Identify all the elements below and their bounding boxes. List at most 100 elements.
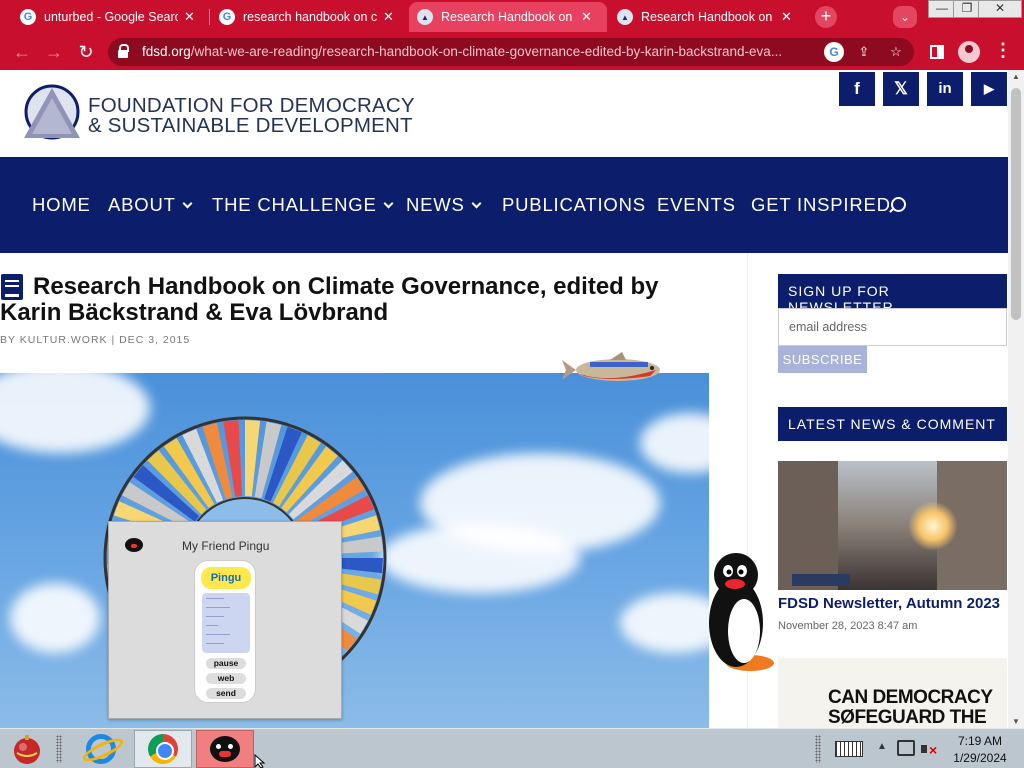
profile-avatar-icon[interactable] (958, 41, 980, 63)
news-thumbnail[interactable] (778, 461, 1007, 590)
pingu-list[interactable]: ——— ———— ——— —— ———— ——— (202, 593, 250, 653)
close-window-button[interactable]: ✕ (978, 0, 1022, 18)
url-text[interactable]: fdsd.org/what-we-are-reading/research-ha… (142, 44, 818, 59)
nav-news[interactable]: NEWS (406, 194, 482, 216)
clock-time: 7:19 AM (957, 734, 1003, 748)
taskbar-ie-button[interactable] (72, 730, 130, 768)
back-button[interactable]: ← (10, 40, 34, 64)
newsletter-heading: SIGN UP FOR NEWSLETTER (778, 274, 1007, 315)
close-icon[interactable]: ✕ (781, 9, 792, 25)
internet-explorer-icon (86, 734, 116, 764)
tab-google-search-2[interactable]: G research handbook on climate ✕ (211, 2, 407, 32)
more-menu-icon[interactable]: ⋮ (994, 40, 1012, 61)
pingu-app-window[interactable]: My Friend Pingu Pingu ——— ———— ——— —— ———— ——… (108, 521, 342, 719)
pingu-panel: Pingu ——— ———— ——— —— ———— ——— pause web send (194, 560, 256, 703)
logo-text[interactable]: FOUNDATION FOR DEMOCRACY & SUSTAINABLE D… (88, 94, 415, 137)
tab-separator (209, 9, 210, 25)
close-icon[interactable]: ✕ (184, 9, 195, 25)
minimize-button[interactable]: — (928, 0, 956, 18)
pingu-web-button[interactable]: web (206, 673, 246, 684)
news-date: November 28, 2023 8:47 am (778, 620, 918, 632)
taskbar-pingu-button[interactable] (196, 730, 254, 768)
main-navigation: HOME ABOUT THE CHALLENGE NEWS PUBLICATIO… (0, 157, 1008, 253)
logo-line-1: FOUNDATION FOR DEMOCRACY (88, 94, 415, 117)
penguin-icon (210, 736, 240, 762)
hero-image-windmill (0, 373, 709, 728)
post-title: Research Handbook on Climate Governance,… (0, 273, 659, 326)
search-icon[interactable] (889, 197, 906, 213)
fdsd-favicon: ▲ (417, 9, 433, 25)
desktop-penguin-pet[interactable] (706, 553, 778, 677)
reload-button[interactable]: ↻ (74, 40, 98, 64)
browser-tab-strip: G unturbed - Google Search ✕ G research … (0, 0, 1024, 34)
x-twitter-icon[interactable]: 𝕏 (883, 72, 919, 106)
tab-label: Research Handbook on Climate (441, 10, 575, 24)
tab-google-search-1[interactable]: G unturbed - Google Search ✕ (12, 2, 208, 32)
tab-label: research handbook on climate (243, 10, 377, 24)
nav-home[interactable]: HOME (32, 194, 91, 216)
address-bar[interactable]: fdsd.org/what-we-are-reading/research-ha… (108, 38, 914, 66)
new-tab-button[interactable]: + (815, 6, 837, 28)
start-button-icon[interactable] (11, 733, 43, 765)
mouse-cursor-icon (254, 754, 266, 768)
post-meta: BY KULTUR.WORK | DEC 3, 2015 (0, 334, 191, 346)
pingu-logo: Pingu (201, 567, 251, 589)
show-hidden-icons-icon[interactable]: ▲ (877, 741, 887, 752)
promo-text: CAN DEMOCRACY SØFEGUARD THE (828, 687, 993, 728)
logo-line-2: & SUSTAINABLE DEVELOPMENT (88, 114, 413, 137)
taskbar-chrome-button[interactable] (134, 730, 192, 768)
system-clock[interactable]: 7:19 AM 1/29/2024 (950, 733, 1010, 767)
pingu-send-button[interactable]: send (206, 688, 246, 699)
google-lens-icon[interactable]: G (824, 42, 844, 62)
network-icon[interactable] (897, 740, 915, 756)
scrollbar-thumb[interactable] (1011, 88, 1021, 320)
pingu-pause-button[interactable]: pause (206, 658, 246, 669)
nav-publications[interactable]: PUBLICATIONS (502, 194, 646, 216)
facebook-icon[interactable]: f (839, 72, 875, 106)
nav-events[interactable]: EVENTS (657, 194, 736, 216)
forward-button[interactable]: → (42, 40, 66, 64)
restore-button[interactable]: ❐ (953, 0, 981, 18)
fdsd-logo[interactable] (22, 84, 82, 140)
lock-icon (118, 44, 129, 58)
youtube-icon[interactable]: ▶ (971, 72, 1007, 106)
tab-research-handbook-2[interactable]: ▲ Research Handbook on Climate ✕ (609, 2, 805, 32)
chevron-down-icon (383, 198, 394, 209)
tab-research-handbook-active[interactable]: ▲ Research Handbook on Climate ✕ (409, 2, 607, 32)
tab-label: unturbed - Google Search (44, 10, 178, 24)
google-icon: G (20, 9, 36, 25)
browser-toolbar: ← → ↻ fdsd.org/what-we-are-reading/resea… (0, 34, 1024, 70)
scroll-up-arrow-icon[interactable]: ▲ (1012, 72, 1020, 81)
scroll-down-arrow-icon[interactable]: ▼ (1012, 717, 1020, 726)
taskbar-grip[interactable] (815, 735, 821, 763)
fdsd-favicon: ▲ (617, 9, 633, 25)
chrome-icon (148, 734, 178, 764)
close-icon[interactable]: ✕ (383, 9, 394, 25)
bookmark-star-icon[interactable]: ☆ (886, 42, 906, 62)
clock-date: 1/29/2024 (953, 751, 1007, 765)
tab-search-button[interactable]: ⌄ (893, 6, 917, 28)
nav-get-inspired[interactable]: GET INSPIRED (751, 194, 891, 216)
pingu-window-title: My Friend Pingu (182, 539, 270, 553)
page-scrollbar[interactable]: ▲ ▼ (1008, 70, 1024, 728)
email-input[interactable] (778, 308, 1007, 346)
promo-banner[interactable]: CAN DEMOCRACY SØFEGUARD THE (778, 658, 1007, 728)
tab-label: Research Handbook on Climate (641, 10, 775, 24)
latest-news-heading: LATEST NEWS & COMMENT (778, 407, 1007, 441)
desktop-fish-pet[interactable] (560, 348, 668, 390)
nav-the-challenge[interactable]: THE CHALLENGE (212, 194, 394, 216)
nav-about[interactable]: ABOUT (108, 194, 193, 216)
news-title-link[interactable]: FDSD Newsletter, Autumn 2023 (778, 595, 1000, 612)
penguin-icon (125, 538, 143, 552)
keyboard-icon[interactable] (835, 741, 863, 757)
close-icon[interactable]: ✕ (581, 9, 592, 25)
side-panel-icon[interactable] (930, 45, 944, 59)
google-icon: G (219, 9, 235, 25)
linkedin-icon[interactable]: in (927, 72, 963, 106)
subscribe-button[interactable]: SUBSCRIBE (778, 346, 867, 373)
taskbar-grip[interactable] (56, 735, 62, 763)
chevron-down-icon (471, 198, 482, 209)
volume-muted-icon[interactable] (921, 741, 937, 757)
share-icon[interactable]: ⇪ (854, 42, 874, 62)
chevron-down-icon (182, 198, 193, 209)
